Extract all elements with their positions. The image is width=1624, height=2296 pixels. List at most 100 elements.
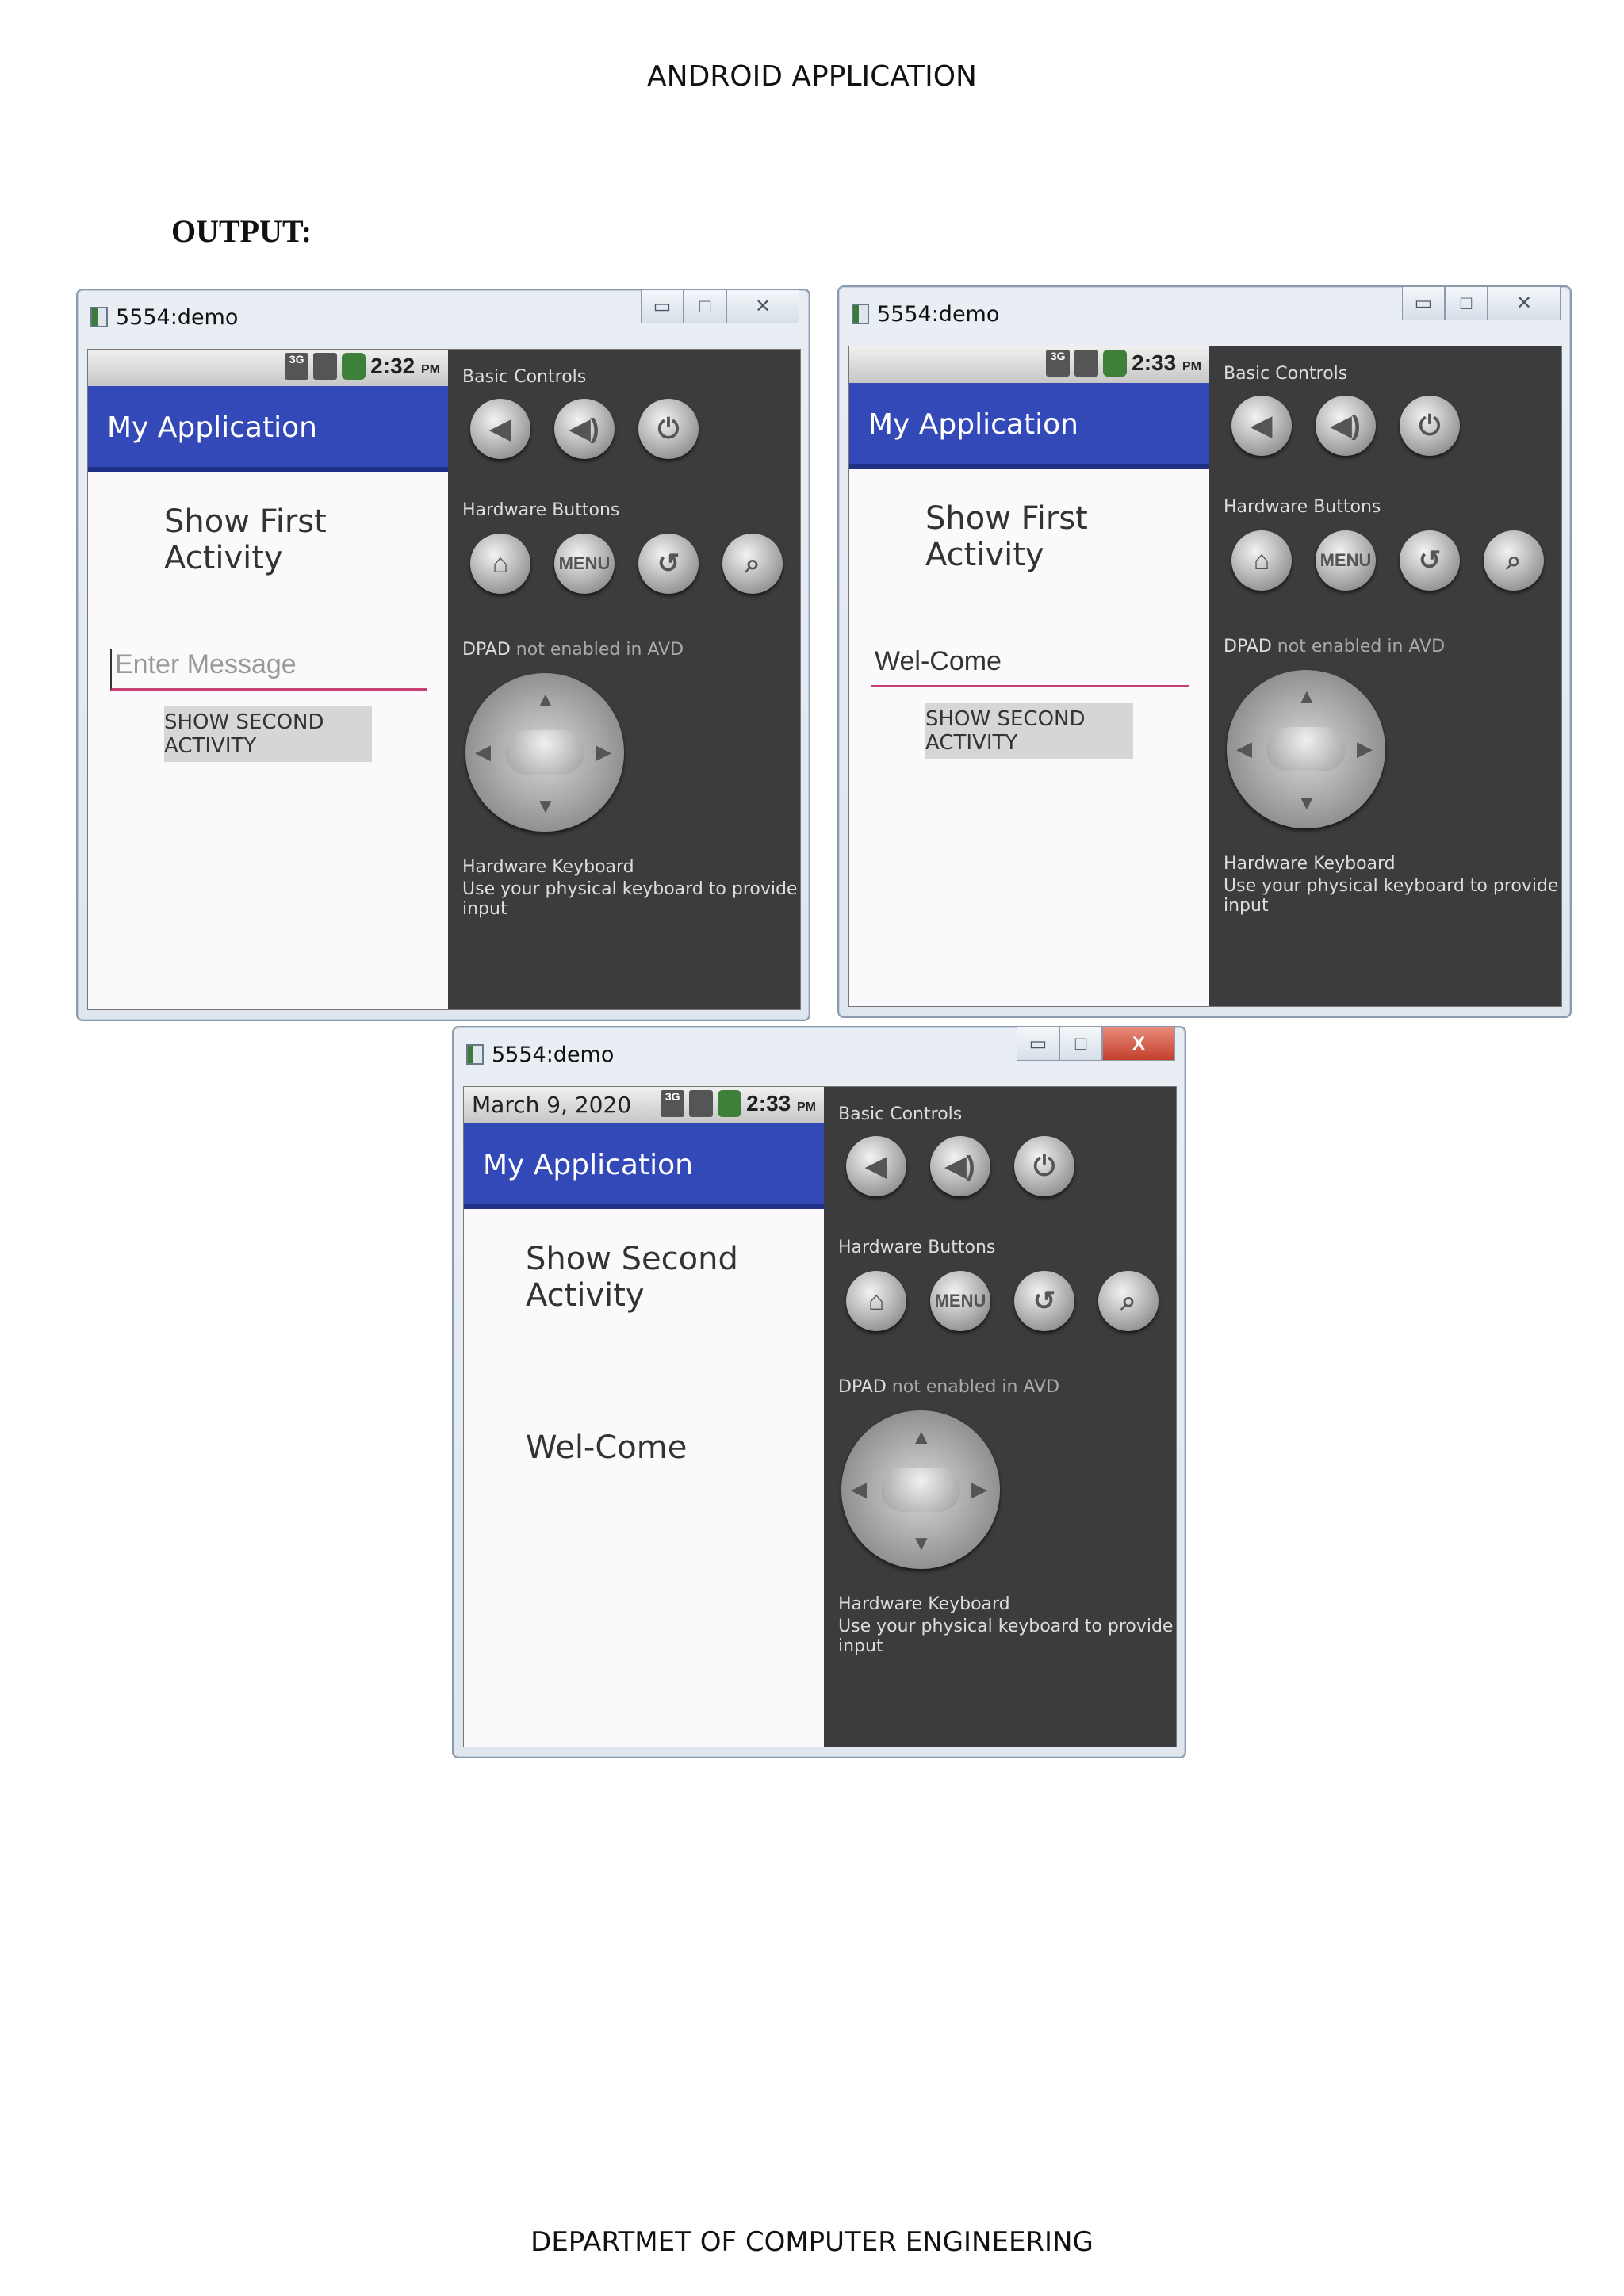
hardware-buttons-label: Hardware Buttons [1224,497,1381,517]
dpad-center-button[interactable] [505,730,584,775]
back-icon[interactable]: ↺ [638,534,699,594]
phone-display: March 9, 2020 3G 2:33 PM My Application … [464,1087,824,1747]
dpad-control[interactable]: ▲ ▼ ◀ ▶ [465,673,624,832]
menu-button[interactable]: MENU [1316,530,1376,591]
section-label: OUTPUT: [171,213,312,249]
minimize-button[interactable]: ▭ [1017,1027,1059,1061]
volume-up-icon[interactable]: ◀) [554,399,615,459]
minimize-button[interactable]: ▭ [1402,287,1445,320]
status-icons: 3G 2:32 PM [285,353,440,380]
volume-down-icon[interactable]: ◀ [470,399,530,459]
page-footer: DEPARTMET OF COMPUTER ENGINEERING [530,2226,1094,2258]
window-title: 5554:demo [877,301,1000,327]
dpad-control[interactable]: ▲ ▼ ◀ ▶ [841,1410,1000,1569]
dpad-center-button[interactable] [881,1468,960,1512]
dpad-left-icon[interactable]: ◀ [475,740,491,764]
status-icons: 3G 2:33 PM [1046,350,1201,377]
app-title: My Application [483,1149,693,1181]
dpad-left-icon[interactable]: ◀ [851,1477,867,1502]
battery-icon [718,1090,742,1117]
emulator-window-1: 5554:demo ▭ □ ✕ 3G 2:32 PM My Applicatio… [76,289,810,1021]
home-icon[interactable]: ⌂ [1231,530,1292,591]
menu-button[interactable]: MENU [930,1271,990,1331]
search-icon[interactable]: ⌕ [1484,530,1544,591]
close-button[interactable]: ✕ [1488,287,1561,320]
app-bar: My Application [88,386,448,472]
volume-up-icon[interactable]: ◀) [930,1136,990,1196]
volume-down-icon[interactable]: ◀ [1231,396,1292,456]
signal-icon [1074,350,1099,377]
search-icon[interactable]: ⌕ [722,534,783,594]
message-input[interactable]: Wel-Come [871,646,1189,687]
dpad-up-icon[interactable]: ▲ [911,1425,932,1449]
menu-button[interactable]: MENU [554,534,615,594]
activity-heading: Show First Activity [925,500,1088,573]
message-input[interactable]: Enter Message [110,649,427,691]
maximize-button[interactable]: □ [684,290,726,323]
window-controls: ▭ □ ✕ [1402,287,1561,320]
window-titlebar[interactable]: 5554:demo [90,301,238,333]
dpad-center-button[interactable] [1266,727,1346,771]
dpad-right-icon[interactable]: ▶ [1357,737,1373,761]
dpad-left-icon[interactable]: ◀ [1236,737,1252,761]
home-icon[interactable]: ⌂ [470,534,530,594]
close-button[interactable]: ✕ [726,290,799,323]
dpad-down-icon[interactable]: ▼ [535,794,556,818]
basic-controls-label: Basic Controls [838,1104,963,1124]
dpad-control[interactable]: ▲ ▼ ◀ ▶ [1227,670,1385,828]
dpad-up-icon[interactable]: ▲ [535,687,556,712]
phone-display: 3G 2:32 PM My Application Show First Act… [88,350,448,1009]
window-titlebar[interactable]: 5554:demo [852,298,999,330]
power-icon[interactable]: ⏻ [638,399,699,459]
home-icon[interactable]: ⌂ [846,1271,906,1331]
show-second-activity-button[interactable]: SHOW SECOND ACTIVITY [925,703,1133,759]
keyboard-description: Use your physical keyboard to provide in… [1224,876,1559,916]
battery-icon [1103,350,1128,377]
dpad-down-icon[interactable]: ▼ [911,1531,932,1556]
network-3g-icon: 3G [285,353,309,380]
basic-controls-label: Basic Controls [462,367,587,387]
keyboard-description: Use your physical keyboard to provide in… [838,1617,1174,1656]
search-icon[interactable]: ⌕ [1098,1271,1159,1331]
keyboard-title: Hardware Keyboard [1224,854,1396,874]
dpad-up-icon[interactable]: ▲ [1297,684,1317,709]
back-icon[interactable]: ↺ [1014,1271,1074,1331]
signal-icon [313,353,338,380]
activity-heading: Show Second Activity [526,1241,738,1314]
app-title: My Application [868,408,1078,441]
status-bar: March 9, 2020 3G 2:33 PM [464,1087,824,1123]
page-header: ANDROID APPLICATION [647,60,977,93]
emulator-screen: 3G 2:33 PM My Application Show First Act… [848,346,1562,1007]
show-second-activity-button[interactable]: SHOW SECOND ACTIVITY [164,706,372,762]
close-button[interactable]: X [1102,1027,1175,1061]
power-icon[interactable]: ⏻ [1014,1136,1074,1196]
network-3g-icon: 3G [661,1090,685,1117]
received-message: Wel-Come [526,1429,688,1466]
status-date: March 9, 2020 [472,1092,632,1118]
phone-display: 3G 2:33 PM My Application Show First Act… [849,346,1209,1006]
network-3g-icon: 3G [1046,350,1071,377]
back-icon[interactable]: ↺ [1400,530,1460,591]
signal-icon [689,1090,714,1117]
maximize-button[interactable]: □ [1445,287,1488,320]
dpad-down-icon[interactable]: ▼ [1297,790,1317,815]
power-icon[interactable]: ⏻ [1400,396,1460,456]
status-icons: 3G 2:33 PM [661,1090,816,1117]
volume-down-icon[interactable]: ◀ [846,1136,906,1196]
emulator-controls-panel: Basic Controls ◀ ◀) ⏻ Hardware Buttons ⌂… [448,350,800,1009]
window-titlebar[interactable]: 5554:demo [466,1039,614,1070]
status-bar: 3G 2:32 PM [88,350,448,386]
hardware-buttons-label: Hardware Buttons [838,1238,996,1257]
volume-up-icon[interactable]: ◀) [1316,396,1376,456]
emulator-app-icon [90,307,108,327]
maximize-button[interactable]: □ [1059,1027,1102,1061]
keyboard-title: Hardware Keyboard [462,857,634,877]
window-controls: ▭ □ X [1017,1027,1175,1061]
dpad-right-icon[interactable]: ▶ [596,740,611,764]
window-title: 5554:demo [492,1042,615,1067]
dpad-label: DPAD not enabled in AVD [838,1377,1060,1397]
app-bar: My Application [849,383,1209,469]
dpad-right-icon[interactable]: ▶ [971,1477,987,1502]
emulator-window-3: 5554:demo ▭ □ X March 9, 2020 3G 2:33 PM… [452,1026,1186,1758]
minimize-button[interactable]: ▭ [641,290,684,323]
